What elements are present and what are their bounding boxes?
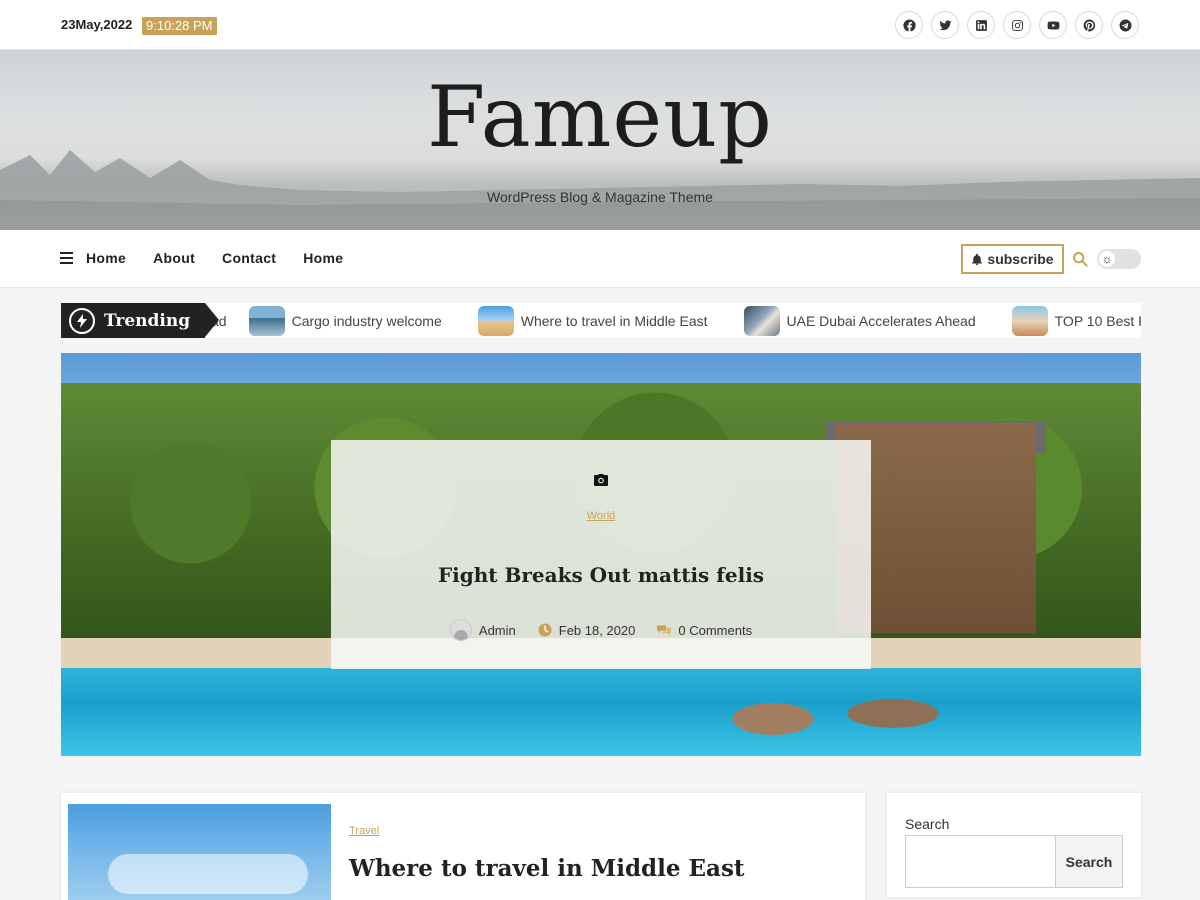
subscribe-label: subscribe	[987, 251, 1054, 267]
trending-item[interactable]: Where to travel in Middle East	[477, 305, 708, 336]
social-links	[895, 11, 1139, 39]
subscribe-button[interactable]: subscribe	[961, 244, 1064, 274]
instagram-icon[interactable]	[1003, 11, 1031, 39]
clock-icon	[538, 623, 552, 637]
dark-mode-toggle[interactable]: ☼	[1097, 249, 1141, 269]
featured-post-meta: Admin Feb 18, 2020 0 Comments	[331, 619, 871, 641]
trending-item-title: Where to travel in Middle East	[520, 312, 708, 329]
nav-item-contact[interactable]: Contact	[222, 250, 276, 266]
pinterest-icon[interactable]	[1075, 11, 1103, 39]
trending-item-title: Cargo industry welcome	[291, 312, 442, 329]
current-date: 23May,2022	[61, 17, 133, 32]
nav-item-about[interactable]: About	[153, 250, 195, 266]
site-description: WordPress Blog & Magazine Theme	[487, 189, 713, 205]
current-time: 9:10:28 PM	[142, 17, 217, 35]
search-button[interactable]: Search	[1055, 835, 1123, 888]
search-label: Search	[905, 816, 950, 832]
nav-item-home[interactable]: Home	[86, 250, 126, 266]
trending-item-title: UAE Dubai Accelerates Ahead	[786, 312, 976, 329]
featured-post-category: World	[331, 510, 871, 522]
linkedin-icon[interactable]	[967, 11, 995, 39]
top-bar: 23May,2022 9:10:28 PM	[0, 0, 1200, 50]
comments-icon	[657, 625, 672, 636]
hamburger-menu-icon[interactable]	[60, 252, 73, 264]
category-link-travel[interactable]: Travel	[349, 825, 379, 837]
trending-title: Trending	[104, 310, 191, 331]
trending-ticker: ad Cargo industry welcome Where to trave…	[211, 303, 1141, 338]
post-category: Travel	[349, 825, 379, 837]
featured-post[interactable]: World Fight Breaks Out mattis felis Admi…	[61, 353, 1141, 756]
twitter-icon[interactable]	[931, 11, 959, 39]
post-date-link[interactable]: Feb 18, 2020	[559, 623, 636, 638]
featured-post-card: World Fight Breaks Out mattis felis Admi…	[331, 440, 871, 669]
site-title[interactable]: Fameup	[0, 68, 1200, 166]
sun-icon: ☼	[1099, 251, 1115, 267]
telegram-icon[interactable]	[1111, 11, 1139, 39]
trending-item[interactable]: Cargo industry welcome	[248, 305, 442, 336]
nav-menu: Home About Contact Home	[86, 250, 343, 266]
trending-item[interactable]: TOP 10 Best Resor	[1011, 305, 1141, 336]
header-banner: Fameup WordPress Blog & Magazine Theme	[0, 50, 1200, 230]
camera-icon	[594, 474, 608, 486]
post-card: Travel Where to travel in Middle East	[61, 793, 865, 900]
search-input[interactable]	[905, 835, 1056, 888]
nav-item-home-2[interactable]: Home	[303, 250, 343, 266]
comments-link[interactable]: 0 Comments	[678, 623, 752, 638]
search-icon[interactable]	[1072, 251, 1088, 267]
trending-thumbnail	[477, 305, 514, 336]
trending-thumbnail	[248, 305, 285, 336]
author-link[interactable]: Admin	[479, 623, 516, 638]
search-widget: Search Search	[887, 793, 1141, 897]
lightning-icon	[69, 307, 95, 334]
author-avatar	[449, 619, 472, 641]
facebook-icon[interactable]	[895, 11, 923, 39]
trending-item[interactable]: UAE Dubai Accelerates Ahead	[743, 305, 976, 336]
trending-label: Trending	[61, 303, 219, 338]
featured-post-title[interactable]: Fight Breaks Out mattis felis	[331, 563, 871, 587]
trending-thumbnail	[743, 305, 780, 336]
post-thumbnail[interactable]	[68, 804, 331, 900]
trending-thumbnail	[1011, 305, 1048, 336]
youtube-icon[interactable]	[1039, 11, 1067, 39]
trending-bar: Trending ad Cargo industry welcome Where…	[61, 303, 1141, 338]
trending-item-title: TOP 10 Best Resor	[1054, 312, 1141, 329]
hero-image-pool	[61, 668, 1141, 756]
bell-icon	[972, 253, 983, 265]
category-link-world[interactable]: World	[587, 510, 616, 522]
post-title[interactable]: Where to travel in Middle East	[349, 855, 745, 882]
main-navigation: Home About Contact Home subscribe ☼	[0, 230, 1200, 288]
